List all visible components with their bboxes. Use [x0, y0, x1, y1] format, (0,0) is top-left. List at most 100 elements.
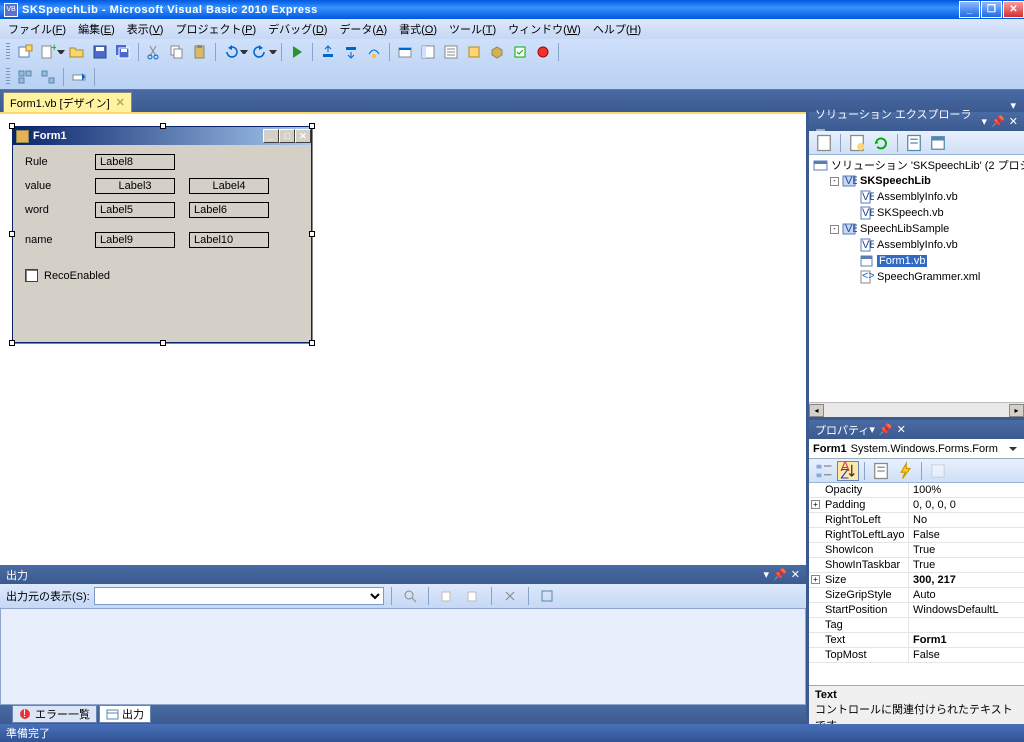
close-tab-icon[interactable]: ✕: [116, 96, 125, 109]
start-page-button[interactable]: [509, 41, 531, 63]
extension-button[interactable]: [532, 41, 554, 63]
property-value[interactable]: Auto: [909, 588, 1024, 602]
property-value[interactable]: False: [909, 528, 1024, 542]
tree-expander[interactable]: -: [830, 225, 839, 234]
property-row[interactable]: ShowIconTrue: [809, 543, 1024, 558]
menu-データ[interactable]: データ(A): [333, 19, 393, 39]
properties-grid[interactable]: Opacity100%+Padding0, 0, 0, 0RightToLeft…: [809, 483, 1024, 685]
form-label-control[interactable]: Label9: [95, 232, 175, 248]
tree-item[interactable]: VBSKSpeech.vb: [813, 205, 1020, 221]
step-into-button[interactable]: [340, 41, 362, 63]
property-row[interactable]: Tag: [809, 618, 1024, 633]
output-text-area[interactable]: [0, 608, 806, 705]
panel-menu-icon[interactable]: ▾: [764, 568, 770, 581]
resize-handle[interactable]: [9, 123, 15, 129]
property-row[interactable]: RightToLeftNo: [809, 513, 1024, 528]
menu-ヘルプ[interactable]: ヘルプ(H): [587, 19, 647, 39]
paste-button[interactable]: [189, 41, 211, 63]
document-tab-form1[interactable]: Form1.vb [デザイン] ✕: [3, 92, 132, 112]
form-designer-surface[interactable]: Form1 _ □ ✕ RuleLabel8valueLabel3Label4w…: [0, 112, 806, 565]
resize-handle[interactable]: [9, 231, 15, 237]
dropdown-caret-icon[interactable]: [57, 50, 65, 54]
scroll-right-button[interactable]: ▸: [1009, 404, 1024, 417]
solution-tree[interactable]: ソリューション 'SKSpeechLib' (2 プロジェクト)-VBSKSpe…: [809, 155, 1024, 402]
tree-expander[interactable]: -: [830, 177, 839, 186]
resize-handle[interactable]: [309, 231, 315, 237]
checkbox[interactable]: [25, 269, 38, 282]
menu-ツール[interactable]: ツール(T): [443, 19, 502, 39]
menu-ウィンドウ[interactable]: ウィンドウ(W): [502, 19, 587, 39]
menu-表示[interactable]: 表示(V): [121, 19, 170, 39]
tree-item[interactable]: VBAssemblyInfo.vb: [813, 237, 1020, 253]
output-wrap-button[interactable]: [536, 585, 558, 607]
dropdown-caret-icon[interactable]: [1009, 447, 1017, 451]
output-clear-button[interactable]: [499, 585, 521, 607]
tree-item[interactable]: -VBSpeechLibSample: [813, 221, 1020, 237]
output-prev-button[interactable]: [436, 585, 458, 607]
form-label-control[interactable]: Label5: [95, 202, 175, 218]
tree-item[interactable]: VBAssemblyInfo.vb: [813, 189, 1020, 205]
form-label-control[interactable]: Label10: [189, 232, 269, 248]
copy-button[interactable]: [166, 41, 188, 63]
events-button[interactable]: [894, 461, 916, 481]
pin-icon[interactable]: 📌: [773, 568, 787, 581]
cut-button[interactable]: [143, 41, 165, 63]
dropdown-caret-icon[interactable]: [240, 50, 248, 54]
property-row[interactable]: Opacity100%: [809, 483, 1024, 498]
resize-handle[interactable]: [9, 340, 15, 346]
tree-item[interactable]: -VBSKSpeechLib: [813, 173, 1020, 189]
panel-menu-icon[interactable]: ▾: [982, 115, 988, 128]
close-icon[interactable]: ✕: [791, 568, 800, 581]
pin-icon[interactable]: 📌: [991, 115, 1005, 128]
property-pages-button[interactable]: [927, 461, 949, 481]
property-value[interactable]: True: [909, 543, 1024, 557]
tree-item[interactable]: ソリューション 'SKSpeechLib' (2 プロジェクト): [813, 157, 1020, 173]
tab-error-list[interactable]: ! エラー一覧: [12, 705, 97, 723]
close-button[interactable]: ✕: [1003, 1, 1024, 18]
property-value[interactable]: No: [909, 513, 1024, 527]
property-value[interactable]: Form1: [909, 633, 1024, 647]
menu-編集[interactable]: 編集(E): [72, 19, 121, 39]
menu-デバッグ[interactable]: デバッグ(D): [262, 19, 333, 39]
toolbar-grip[interactable]: [6, 43, 10, 61]
align-grid-button[interactable]: [14, 66, 36, 88]
maximize-button[interactable]: ❐: [981, 1, 1002, 18]
show-all-button[interactable]: [846, 133, 868, 153]
output-panel-header[interactable]: 出力 ▾ 📌 ✕: [0, 565, 806, 584]
property-value[interactable]: 100%: [909, 483, 1024, 497]
alphabetical-button[interactable]: AZ: [837, 461, 859, 481]
properties-button[interactable]: [813, 133, 835, 153]
toolbox-button[interactable]: [486, 41, 508, 63]
form-label-control[interactable]: Label8: [95, 154, 175, 170]
property-row[interactable]: RightToLeftLayoFalse: [809, 528, 1024, 543]
property-row[interactable]: ShowInTaskbarTrue: [809, 558, 1024, 573]
toolbar-grip[interactable]: [6, 68, 10, 86]
properties-button[interactable]: [440, 41, 462, 63]
dropdown-caret-icon[interactable]: [269, 50, 277, 54]
view-code-button[interactable]: [903, 133, 925, 153]
form-label[interactable]: Rule: [25, 156, 95, 168]
resize-handle[interactable]: [309, 340, 315, 346]
property-value[interactable]: WindowsDefaultL: [909, 603, 1024, 617]
resize-handle[interactable]: [160, 340, 166, 346]
resize-handle[interactable]: [160, 123, 166, 129]
property-expander[interactable]: +: [811, 575, 820, 584]
align-left-button[interactable]: [37, 66, 59, 88]
panel-menu-icon[interactable]: ▾: [869, 423, 875, 436]
output-find-button[interactable]: [399, 585, 421, 607]
form-client-area[interactable]: RuleLabel8valueLabel3Label4wordLabel5Lab…: [13, 145, 311, 290]
menu-ファイル[interactable]: ファイル(F): [2, 19, 72, 39]
tree-item[interactable]: <>SpeechGrammer.xml: [813, 269, 1020, 285]
save-all-button[interactable]: [112, 41, 134, 63]
output-source-select[interactable]: [94, 587, 384, 605]
form-label[interactable]: name: [25, 234, 95, 246]
property-row[interactable]: SizeGripStyleAuto: [809, 588, 1024, 603]
form-label-control[interactable]: Label3: [95, 178, 175, 194]
find-button[interactable]: [394, 41, 416, 63]
open-button[interactable]: [66, 41, 88, 63]
property-value[interactable]: [909, 618, 1024, 632]
property-row[interactable]: +Size300, 217: [809, 573, 1024, 588]
property-expander[interactable]: +: [811, 500, 820, 509]
form-label-control[interactable]: Label4: [189, 178, 269, 194]
refresh-button[interactable]: [870, 133, 892, 153]
